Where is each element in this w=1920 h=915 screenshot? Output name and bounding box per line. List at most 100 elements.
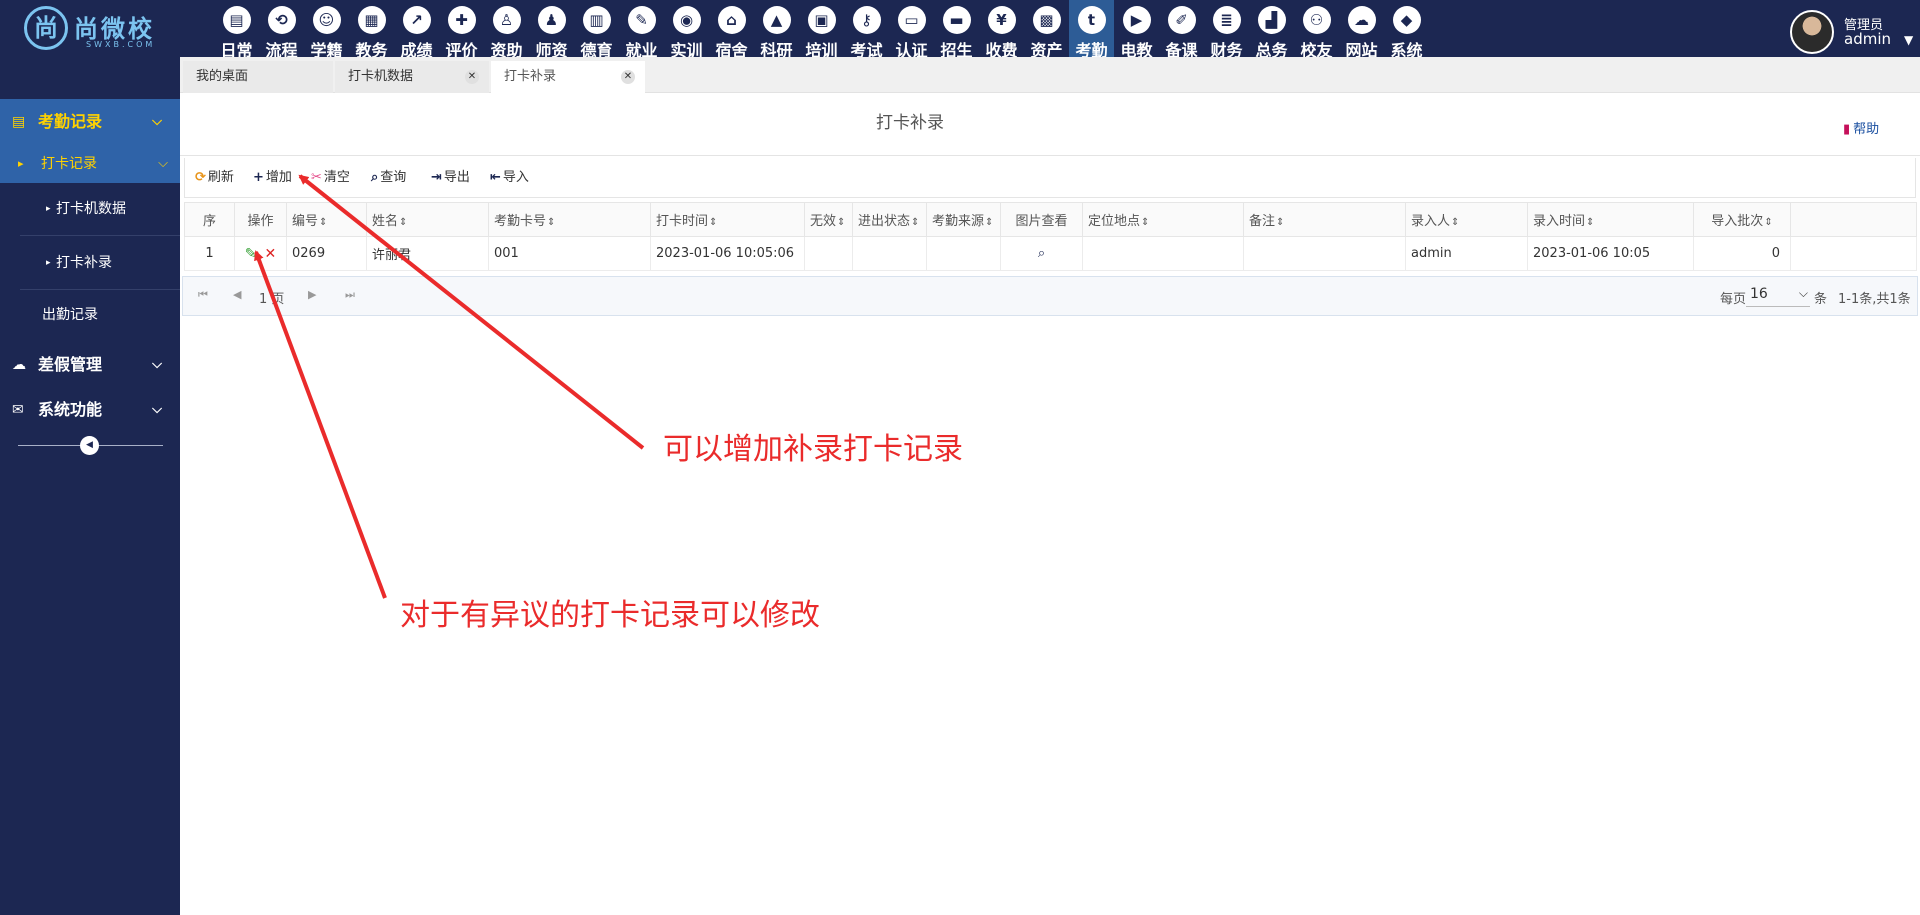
module-nav-item[interactable]: ▩ 资产 bbox=[1024, 0, 1069, 60]
column-header-filler bbox=[1790, 202, 1917, 237]
column-header-remark[interactable]: 备注⇕ bbox=[1243, 202, 1406, 237]
module-nav-item[interactable]: ♙ 资助 bbox=[484, 0, 529, 60]
module-nav-item[interactable]: ▭ 认证 bbox=[889, 0, 934, 60]
module-nav-item[interactable]: ☁ 网站 bbox=[1339, 0, 1384, 60]
module-nav-item[interactable]: ▶ 电教 bbox=[1114, 0, 1159, 60]
sidebar-group-system-functions[interactable]: ✉ 系统功能 ⌵ bbox=[0, 387, 180, 433]
module-nav-item[interactable]: ◉ 实训 bbox=[664, 0, 709, 60]
column-header-seq: 序 bbox=[184, 202, 235, 237]
module-nav-item[interactable]: ▥ 德育 bbox=[574, 0, 619, 60]
page-size-select[interactable]: 16 ⌵ bbox=[1746, 285, 1810, 307]
module-nav-item[interactable]: ⟲ 流程 bbox=[259, 0, 304, 60]
sort-icon: ⇕ bbox=[319, 217, 328, 228]
tab-punch-machine-data[interactable]: 打卡机数据 ✕ bbox=[335, 61, 489, 93]
sidebar-group-leave-management[interactable]: ☁ 差假管理 ⌵ bbox=[0, 342, 180, 388]
column-header-invalid[interactable]: 无效⇕ bbox=[804, 202, 853, 237]
refresh-button[interactable]: ⟳ 刷新 bbox=[195, 168, 234, 188]
module-nav-item[interactable]: ⚇ 校友 bbox=[1294, 0, 1339, 60]
export-icon: ⇥ bbox=[431, 170, 442, 185]
prev-page-icon[interactable]: ◀ bbox=[233, 288, 241, 301]
export-button[interactable]: ⇥ 导出 bbox=[431, 168, 470, 188]
cell-time: 2023-01-06 10:05:06 bbox=[650, 236, 805, 271]
sidebar-group-label: 差假管理 bbox=[38, 355, 103, 374]
module-nav-item[interactable]: ⌂ 宿舍 bbox=[709, 0, 754, 60]
column-header-entered-by[interactable]: 录入人⇕ bbox=[1405, 202, 1528, 237]
logo-subtext: SWXB.COM bbox=[86, 40, 156, 49]
module-nav-item[interactable]: ☺ 学籍 bbox=[304, 0, 349, 60]
sidebar-item-punch-supplement[interactable]: ▸ 打卡补录 bbox=[20, 237, 180, 290]
tab-punch-supplement[interactable]: 打卡补录 ✕ bbox=[491, 61, 645, 93]
pagination-summary: 1-1条,共1条 bbox=[1838, 292, 1911, 307]
user-name[interactable]: admin bbox=[1844, 30, 1891, 48]
first-page-icon[interactable]: ⏮ bbox=[198, 288, 208, 302]
delete-icon[interactable]: ✕ bbox=[265, 246, 277, 262]
sort-icon: ⇕ bbox=[1141, 217, 1150, 228]
sort-icon: ⇕ bbox=[911, 217, 920, 228]
clear-button[interactable]: ✂ 清空 bbox=[311, 168, 350, 188]
module-nav-item[interactable]: ▦ 教务 bbox=[349, 0, 394, 60]
sort-icon: ⇕ bbox=[547, 217, 556, 228]
column-header-inout[interactable]: 进出状态⇕ bbox=[852, 202, 927, 237]
column-header-source[interactable]: 考勤来源⇕ bbox=[926, 202, 1001, 237]
module-nav-item[interactable]: ≣ 财务 bbox=[1204, 0, 1249, 60]
last-page-icon[interactable]: ⏭ bbox=[345, 288, 355, 302]
module-nav-item[interactable]: ▬ 招生 bbox=[934, 0, 979, 60]
column-header-card[interactable]: 考勤卡号⇕ bbox=[488, 202, 651, 237]
column-header-time[interactable]: 打卡时间⇕ bbox=[650, 202, 805, 237]
sidebar-item-attendance[interactable]: 出勤记录 bbox=[42, 295, 98, 335]
module-nav-item[interactable]: ¥ 收费 bbox=[979, 0, 1024, 60]
pagination-bar: ⏮ ◀ 1 页 ▶ ⏭ 每页 16 ⌵ 条 1-1条,共1条 bbox=[182, 276, 1918, 316]
module-nav-item[interactable]: ▟ 总务 bbox=[1249, 0, 1294, 60]
cell-card: 001 bbox=[488, 236, 651, 271]
hammer-icon: ✎ bbox=[627, 6, 656, 34]
envelope-icon: ✉ bbox=[12, 402, 24, 418]
sidebar-collapse-icon[interactable]: ◀ bbox=[80, 436, 99, 455]
column-header-actions: 操作 bbox=[234, 202, 287, 237]
per-page-unit: 条 bbox=[1814, 292, 1828, 307]
caret-down-icon[interactable]: ▼ bbox=[1904, 33, 1913, 47]
close-icon[interactable]: ✕ bbox=[465, 70, 479, 84]
module-nav-item[interactable]: ⚷ 考试 bbox=[844, 0, 889, 60]
sort-icon: ⇕ bbox=[709, 217, 718, 228]
table-row[interactable]: 1 ✎ ✕ 0269 许丽君 001 2023-01-06 10:05:06 ⌕ … bbox=[184, 236, 1917, 271]
module-nav-item[interactable]: ✚ 评价 bbox=[439, 0, 484, 60]
column-header-name[interactable]: 姓名⇕ bbox=[366, 202, 489, 237]
sidebar-item-punch-records[interactable]: ▸ 打卡记录 ⌵ bbox=[0, 145, 180, 183]
tab-label: 打卡机数据 bbox=[348, 69, 414, 84]
module-nav-item[interactable]: ♟ 师资 bbox=[529, 0, 574, 60]
video-file-icon: ▶ bbox=[1122, 6, 1151, 34]
app-logo[interactable]: 尚 尚微校 SWXB.COM bbox=[24, 4, 170, 54]
cell-entered-time: 2023-01-06 10:05 bbox=[1527, 236, 1694, 271]
column-header-batch[interactable]: 导入批次⇕ bbox=[1693, 202, 1791, 237]
sidebar-group-attendance-records[interactable]: ▤ 考勤记录 ⌵ bbox=[0, 99, 180, 145]
query-button[interactable]: ⌕ 查询 bbox=[371, 168, 406, 188]
module-nav-item[interactable]: ◆ 系统 bbox=[1384, 0, 1429, 60]
monitor-icon: ▭ bbox=[897, 6, 926, 34]
column-header-entered-time[interactable]: 录入时间⇕ bbox=[1527, 202, 1694, 237]
module-nav-item[interactable]: ✎ 就业 bbox=[619, 0, 664, 60]
user-menu[interactable]: 管理员 admin ▼ bbox=[1790, 0, 1920, 57]
tab-bar: 我的桌面 打卡机数据 ✕ 打卡补录 ✕ bbox=[180, 57, 1920, 93]
import-button[interactable]: ⇤ 导入 bbox=[490, 168, 529, 188]
search-icon[interactable]: ⌕ bbox=[1038, 246, 1045, 261]
module-nav-item[interactable]: ↗ 成绩 bbox=[394, 0, 439, 60]
data-grid: 序 操作 编号⇕ 姓名⇕ 考勤卡号⇕ 打卡时间⇕ 无效⇕ 进出状态⇕ 考勤来源⇕… bbox=[184, 202, 1917, 271]
module-nav-item[interactable]: t 考勤 bbox=[1069, 0, 1114, 60]
avatar[interactable] bbox=[1790, 10, 1834, 54]
newspaper-icon: ≣ bbox=[1212, 6, 1241, 34]
column-header-location[interactable]: 定位地点⇕ bbox=[1082, 202, 1244, 237]
module-nav-item[interactable]: ✐ 备课 bbox=[1159, 0, 1204, 60]
pencil-icon[interactable]: ✎ bbox=[245, 246, 257, 262]
module-nav-item[interactable]: ▲ 科研 bbox=[754, 0, 799, 60]
tab-my-desktop[interactable]: 我的桌面 bbox=[183, 61, 333, 93]
next-page-icon[interactable]: ▶ bbox=[308, 288, 316, 301]
close-icon[interactable]: ✕ bbox=[621, 70, 635, 84]
sidebar-item-punch-machine-data[interactable]: ▸ 打卡机数据 bbox=[20, 183, 180, 236]
help-link[interactable]: ▮ 帮助 bbox=[1843, 118, 1879, 137]
cube-icon: ◆ bbox=[1392, 6, 1421, 34]
cell-name: 许丽君 bbox=[366, 236, 489, 271]
module-nav-item[interactable]: ▤ 日常 bbox=[214, 0, 259, 60]
module-nav-item[interactable]: ▣ 培训 bbox=[799, 0, 844, 60]
column-header-id[interactable]: 编号⇕ bbox=[286, 202, 367, 237]
add-button[interactable]: + 增加 bbox=[253, 168, 292, 188]
